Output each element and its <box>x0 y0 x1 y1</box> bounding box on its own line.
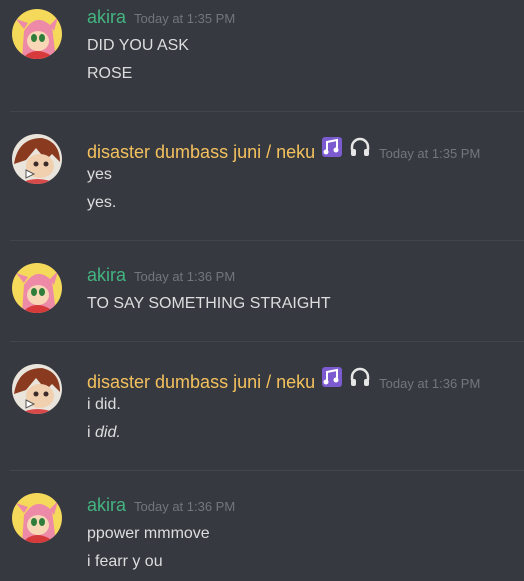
message-text-plain: i <box>87 424 95 441</box>
message-text-italic: did. <box>95 424 121 441</box>
message-text: i fearr y ou <box>87 553 163 570</box>
pink-hedgehog-avatar[interactable] <box>12 9 62 59</box>
brown-haired-character-avatar[interactable] <box>12 134 62 184</box>
music-notes-icon <box>321 366 343 388</box>
username[interactable]: akira <box>87 7 126 28</box>
pink-hedgehog-avatar[interactable] <box>12 263 62 313</box>
username[interactable]: disaster dumbass juni / neku <box>87 142 315 163</box>
username[interactable]: akira <box>87 265 126 286</box>
pink-hedgehog-avatar[interactable] <box>12 493 62 543</box>
timestamp: Today at 1:35 PM <box>134 11 236 26</box>
headphones-icon <box>349 136 371 158</box>
message-group: disaster dumbass juni / neku Today at 1:… <box>0 112 524 240</box>
username[interactable]: akira <box>87 495 126 516</box>
message-text: ppower mmmove <box>87 525 210 542</box>
message-group: akira Today at 1:36 PM ppower mmmove i f… <box>0 471 524 581</box>
timestamp: Today at 1:36 PM <box>134 269 236 284</box>
brown-haired-character-avatar[interactable] <box>12 364 62 414</box>
username[interactable]: disaster dumbass juni / neku <box>87 372 315 393</box>
message-text: i did. <box>87 424 121 442</box>
timestamp: Today at 1:35 PM <box>379 146 481 161</box>
timestamp: Today at 1:36 PM <box>134 499 236 514</box>
message-text: TO SAY SOMETHING STRAIGHT <box>87 295 331 312</box>
chat-messages: akira Today at 1:35 PM DID YOU ASK ROSE … <box>0 0 524 581</box>
message-text: i did. <box>87 396 121 413</box>
message-text: yes <box>87 166 112 183</box>
headphones-icon <box>349 366 371 388</box>
message-group: akira Today at 1:35 PM DID YOU ASK ROSE <box>0 0 524 110</box>
music-notes-icon <box>321 136 343 158</box>
message-text: DID YOU ASK <box>87 37 189 54</box>
message-text: yes. <box>87 194 117 211</box>
message-text: ROSE <box>87 65 133 82</box>
message-group: akira Today at 1:36 PM TO SAY SOMETHING … <box>0 241 524 341</box>
timestamp: Today at 1:36 PM <box>379 376 481 391</box>
message-group: disaster dumbass juni / neku Today at 1:… <box>0 342 524 470</box>
